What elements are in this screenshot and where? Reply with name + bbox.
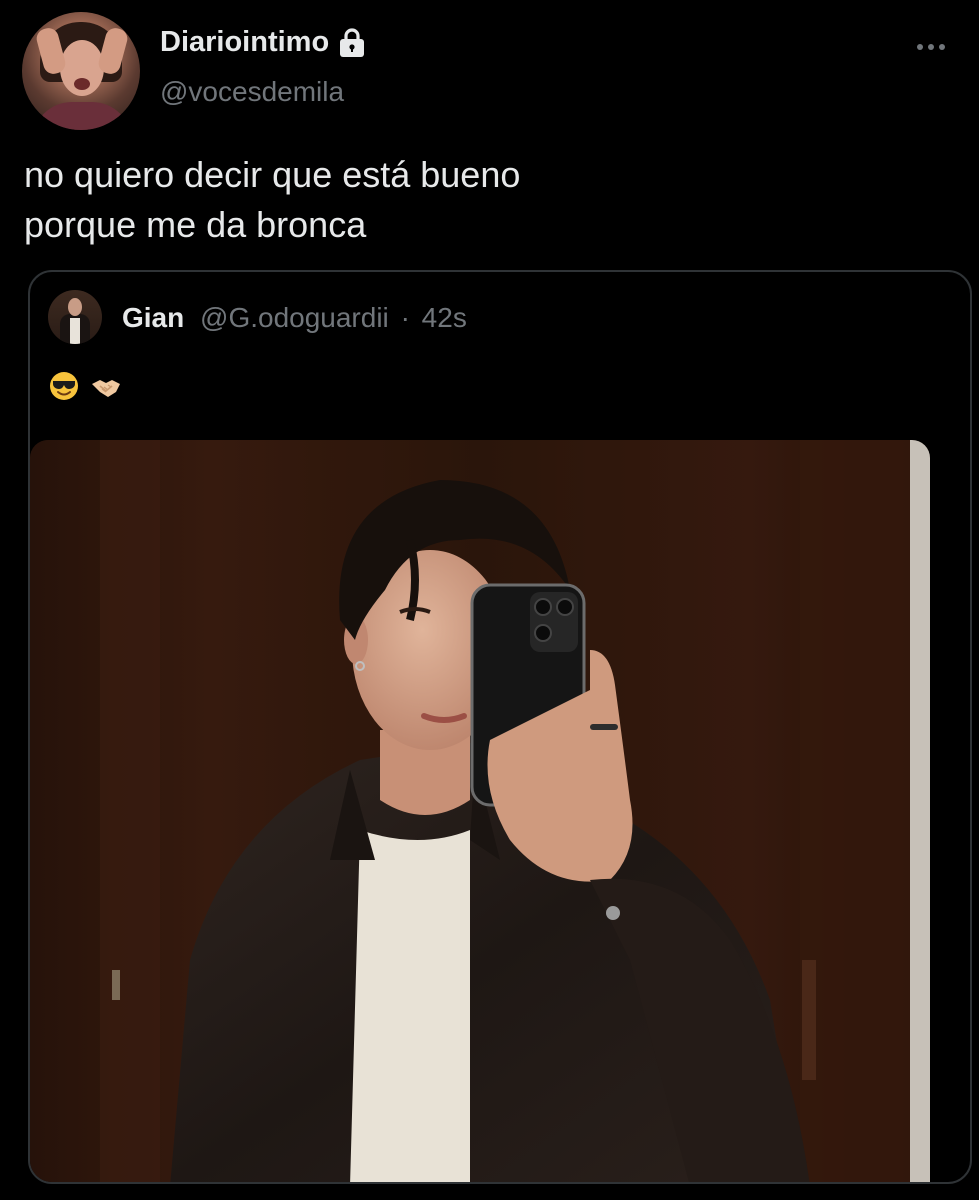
quoted-author-name[interactable]: Gian [122, 302, 184, 333]
quoted-tweet-time[interactable]: 42s [422, 302, 467, 333]
header-separator: · [400, 302, 410, 333]
quoted-tweet-photo[interactable] [30, 440, 930, 1182]
tweet-text: no quiero decir que está bueno porque me… [24, 150, 924, 250]
tweet-text-line: no quiero decir que está bueno [24, 154, 521, 195]
author-avatar[interactable] [22, 12, 140, 130]
handshake-emoji-icon [90, 370, 122, 407]
tweet-text-line: porque me da bronca [24, 204, 367, 245]
quoted-tweet-text [48, 370, 122, 407]
quoted-tweet[interactable]: Gian @G.odoguardii · 42s [28, 270, 972, 1184]
lock-icon [335, 27, 369, 59]
author-display-name-text[interactable]: Diariointimo [160, 26, 329, 59]
mirror-selfie-image [30, 440, 930, 1182]
quoted-author-handle[interactable]: @G.odoguardii [200, 302, 389, 333]
more-options-icon[interactable] [914, 36, 948, 58]
sunglasses-emoji-icon [48, 370, 80, 407]
quoted-tweet-header: Gian @G.odoguardii · 42s [122, 302, 467, 334]
author-display-name[interactable]: Diariointimo [160, 26, 369, 59]
quoted-author-avatar[interactable] [48, 290, 102, 344]
tweet[interactable]: Diariointimo @vocesdemila no quiero deci… [0, 0, 979, 1200]
author-handle[interactable]: @vocesdemila [160, 76, 344, 108]
